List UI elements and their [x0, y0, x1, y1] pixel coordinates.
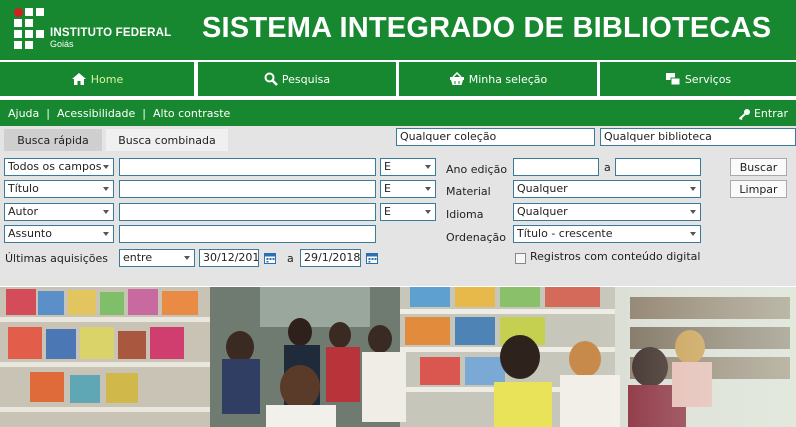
chevron-down-icon [184, 256, 190, 260]
login-link[interactable]: Entrar [738, 107, 788, 120]
calendar-icon[interactable] [264, 252, 276, 264]
search-term-input-3[interactable] [119, 203, 376, 221]
login-label: Entrar [753, 107, 788, 120]
chevron-down-icon [425, 187, 431, 191]
field-select-4[interactable]: Assunto [4, 225, 114, 243]
material-select[interactable]: Qualquer [513, 180, 701, 198]
key-icon [738, 108, 750, 120]
library-scene-illustration [0, 287, 796, 427]
institution-line1: INSTITUTO FEDERAL [50, 27, 172, 39]
search-term-input-1[interactable] [119, 158, 376, 176]
chevron-down-icon [690, 187, 696, 191]
separator: | [142, 107, 147, 120]
search-term-input-2[interactable] [119, 180, 376, 198]
ordenacao-label: Ordenação [446, 231, 506, 244]
language-select-value: Qualquer [517, 205, 568, 218]
ano-edicao-label: Ano edição [446, 163, 508, 176]
nav-minha-selecao-label: Minha seleção [468, 72, 548, 86]
nav-servicos-label: Serviços [684, 72, 732, 86]
sort-order-select[interactable]: Título - crescente [513, 225, 701, 243]
year-to-input[interactable] [615, 158, 701, 176]
collection-select[interactable]: Qualquer coleção [396, 128, 595, 146]
field-select-3[interactable]: Autor [4, 203, 114, 221]
field-select-3-value: Autor [8, 205, 39, 218]
main-nav: Home Pesquisa Minha seleção Serviços [0, 62, 796, 98]
nav-home-label: Home [90, 72, 124, 86]
idioma-label: Idioma [446, 208, 484, 221]
calendar-icon[interactable] [366, 252, 378, 264]
nav-pesquisa-label: Pesquisa [281, 72, 331, 86]
chevron-down-icon [103, 187, 109, 191]
chevron-down-icon [690, 210, 696, 214]
ultimas-aquisicoes-label: Últimas aquisições [5, 252, 108, 265]
separator: | [46, 107, 50, 120]
field-select-2-value: Título [8, 182, 39, 195]
field-select-1-value: Todos os campos [8, 160, 102, 173]
buscar-button[interactable]: Buscar [730, 158, 787, 176]
chevron-down-icon [103, 210, 109, 214]
search-icon [264, 72, 278, 86]
link-acessibilidade[interactable]: Acessibilidade [57, 107, 135, 120]
library-select[interactable]: Qualquer biblioteca [600, 128, 796, 146]
page-title: SISTEMA INTEGRADO DE BIBLIOTECAS [202, 12, 772, 44]
library-select-value: Qualquer biblioteca [604, 130, 712, 143]
search-panel: Busca rápida Busca combinada Qualquer co… [0, 126, 796, 286]
material-select-value: Qualquer [517, 182, 568, 195]
operator-select-2[interactable]: E [380, 180, 436, 198]
date-range-separator: a [287, 252, 294, 265]
operator-select-2-value: E [384, 182, 391, 195]
institution-name: INSTITUTO FEDERAL Goiás [50, 27, 171, 49]
link-ajuda[interactable]: Ajuda [8, 107, 39, 120]
nav-pesquisa[interactable]: Pesquisa [198, 62, 396, 96]
search-term-input-4[interactable] [119, 225, 376, 243]
chevron-down-icon [103, 232, 109, 236]
date-to-input[interactable]: 29/1/2018 [300, 249, 361, 267]
digital-content-label: Registros com conteúdo digital [530, 250, 701, 263]
chevron-down-icon [103, 165, 109, 169]
operator-select-1-value: E [384, 160, 391, 173]
utility-bar: Ajuda | Acessibilidade | Alto contraste Entr… [0, 100, 796, 126]
ifg-logo-icon[interactable] [14, 8, 44, 49]
windows-stack-icon [665, 73, 681, 86]
basket-icon [449, 72, 464, 85]
year-from-input[interactable] [513, 158, 599, 176]
operator-select-3-value: E [384, 205, 391, 218]
limpar-button[interactable]: Limpar [730, 180, 787, 198]
link-alto-contraste[interactable]: Alto contraste [153, 107, 230, 120]
sort-order-value: Título - crescente [517, 227, 613, 240]
home-icon [71, 73, 86, 85]
year-range-separator: a [604, 161, 611, 174]
acquisition-mode-select[interactable]: entre [119, 249, 195, 267]
chevron-down-icon [425, 210, 431, 214]
material-label: Material [446, 185, 491, 198]
digital-content-checkbox[interactable] [515, 253, 526, 264]
utility-links: Ajuda | Acessibilidade | Alto contraste [8, 107, 230, 120]
field-select-1[interactable]: Todos os campos [4, 158, 114, 176]
tab-busca-rapida[interactable]: Busca rápida [4, 129, 102, 151]
chevron-down-icon [690, 232, 696, 236]
nav-servicos[interactable]: Serviços [600, 62, 796, 96]
nav-home[interactable]: Home [0, 62, 194, 96]
collection-select-value: Qualquer coleção [400, 130, 497, 143]
library-banner-image [0, 287, 796, 427]
field-select-2[interactable]: Título [4, 180, 114, 198]
language-select[interactable]: Qualquer [513, 203, 701, 221]
chevron-down-icon [425, 165, 431, 169]
operator-select-1[interactable]: E [380, 158, 436, 176]
tab-busca-combinada[interactable]: Busca combinada [106, 129, 228, 151]
operator-select-3[interactable]: E [380, 203, 436, 221]
acquisition-mode-value: entre [123, 251, 153, 264]
field-select-4-value: Assunto [8, 227, 52, 240]
institution-line2: Goiás [50, 39, 74, 49]
nav-minha-selecao[interactable]: Minha seleção [399, 62, 597, 96]
date-from-input[interactable]: 30/12/2017 [199, 249, 259, 267]
site-header: INSTITUTO FEDERAL Goiás SISTEMA INTEGRAD… [0, 0, 796, 60]
